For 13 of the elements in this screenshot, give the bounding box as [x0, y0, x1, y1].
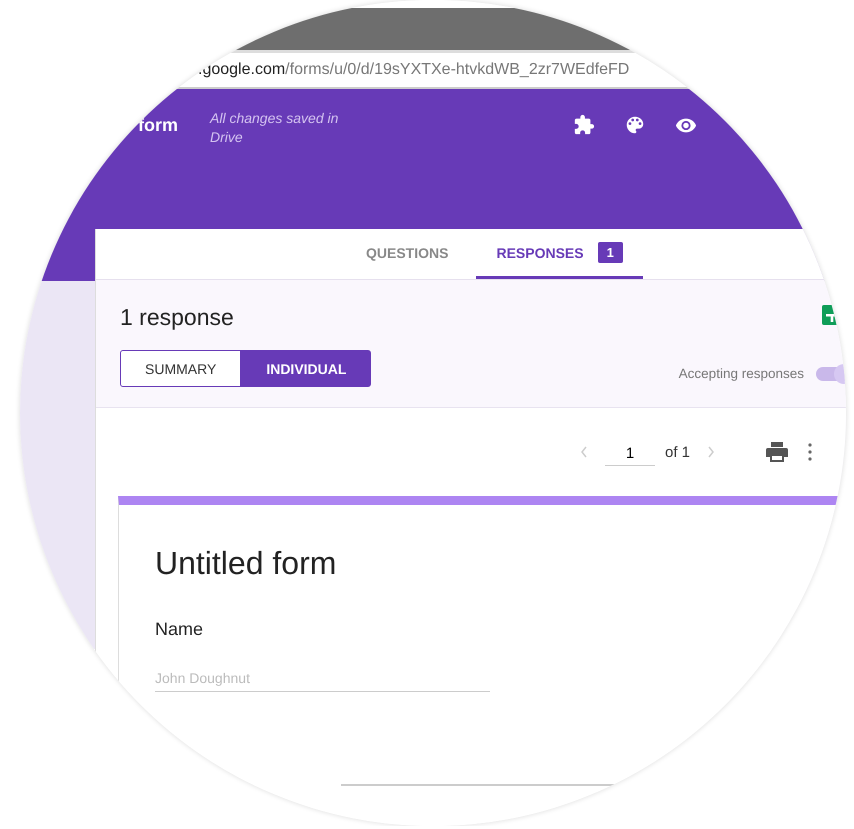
accepting-responses-label: Accepting responses [678, 366, 804, 381]
view-toggle-button[interactable]: INDIVIDUAL [241, 350, 372, 387]
view-toggle-button[interactable]: SUMMARY [120, 350, 242, 387]
save-status: All changes saved in Drive [210, 109, 340, 147]
page-number-field[interactable]: 1 [605, 438, 655, 466]
response-count: 1 response [120, 304, 234, 332]
form-heading: Untitled form [155, 545, 338, 583]
answer-field: John Doughnut [155, 670, 490, 692]
page-total: of 1 [665, 444, 690, 460]
tab[interactable]: QUESTIONS [346, 229, 468, 279]
form-title: form [138, 115, 179, 136]
question-label: Name [155, 619, 204, 640]
count-badge: 1 [598, 242, 623, 263]
